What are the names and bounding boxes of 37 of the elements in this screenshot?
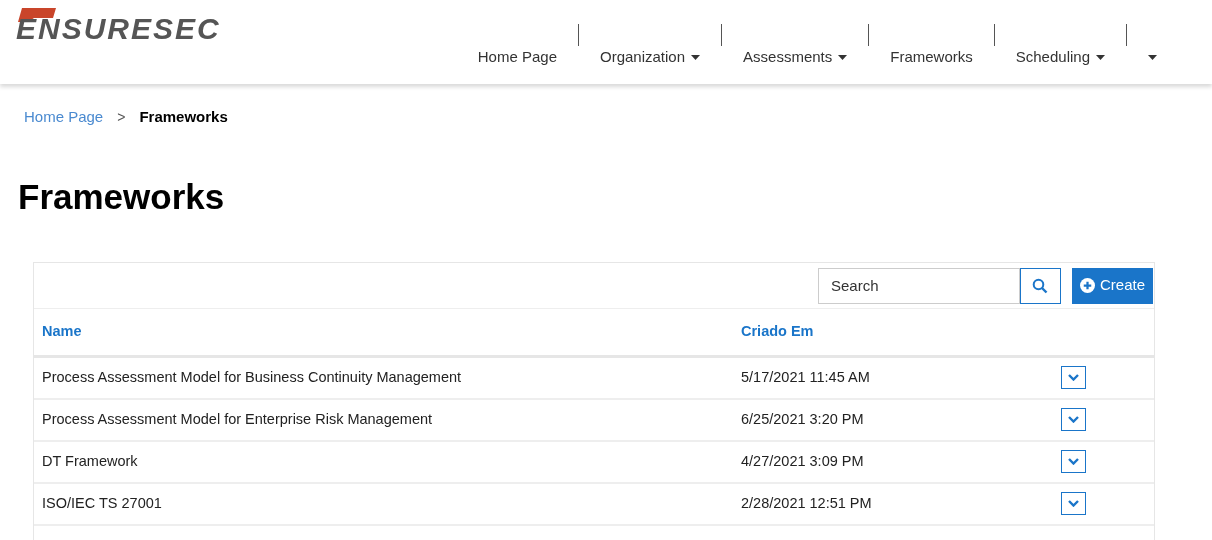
table-cell: Process Assessment Model for Business Continuity Management xyxy=(42,368,462,385)
breadcrumb-current: Frameworks xyxy=(139,107,228,127)
row-menu-button[interactable] xyxy=(1060,408,1086,431)
nav-dropdown[interactable]: Scheduling xyxy=(994,44,1126,70)
page-title: Frameworks xyxy=(17,178,226,214)
chevron-down-icon xyxy=(1067,416,1079,423)
search-icon xyxy=(1032,277,1049,294)
breadcrumb-separator: > xyxy=(117,107,126,127)
row-menu-button[interactable] xyxy=(1060,492,1086,515)
table-cell: 2/28/2021 12:51 PM xyxy=(741,494,872,511)
nav-dropdown[interactable]: Assessments xyxy=(722,44,869,70)
column-header[interactable]: Name xyxy=(42,322,82,339)
chevron-down-icon xyxy=(1067,374,1079,382)
logo[interactable]: ENSURESEC xyxy=(16,8,221,44)
chevron-down-icon xyxy=(1067,458,1079,465)
table-cell: 6/25/2021 3:20 PM xyxy=(741,410,864,427)
caret-icon xyxy=(691,54,701,60)
breadcrumb-link[interactable]: Home Page xyxy=(24,106,104,129)
column-header[interactable]: Criado Em xyxy=(741,322,814,339)
row-menu-button[interactable] xyxy=(1060,450,1086,473)
chevron-down-icon xyxy=(1067,500,1079,507)
plus-circle-icon xyxy=(1079,278,1095,293)
search-button[interactable] xyxy=(1019,267,1061,304)
nav-link[interactable]: Frameworks xyxy=(869,44,994,70)
create-button[interactable]: Create xyxy=(1071,267,1153,304)
table-cell: DT Framework xyxy=(42,452,138,469)
search-field[interactable]: Search xyxy=(817,267,1020,304)
table-cell: 4/27/2021 3:09 PM xyxy=(741,452,864,469)
table-cell: Process Assessment Model for Enterprise Risk Management xyxy=(42,410,433,427)
caret-icon xyxy=(1148,54,1157,60)
caret-icon xyxy=(1096,54,1105,60)
table-cell: 5/17/2021 11:45 AM xyxy=(741,368,870,385)
row-menu-button[interactable] xyxy=(1060,366,1086,390)
table-cell: ISO/IEC TS 27001 xyxy=(42,494,162,511)
nav-link[interactable]: Home Page xyxy=(456,44,578,70)
nav-dropdown[interactable]: Organization xyxy=(579,44,722,70)
caret-icon xyxy=(838,54,848,60)
